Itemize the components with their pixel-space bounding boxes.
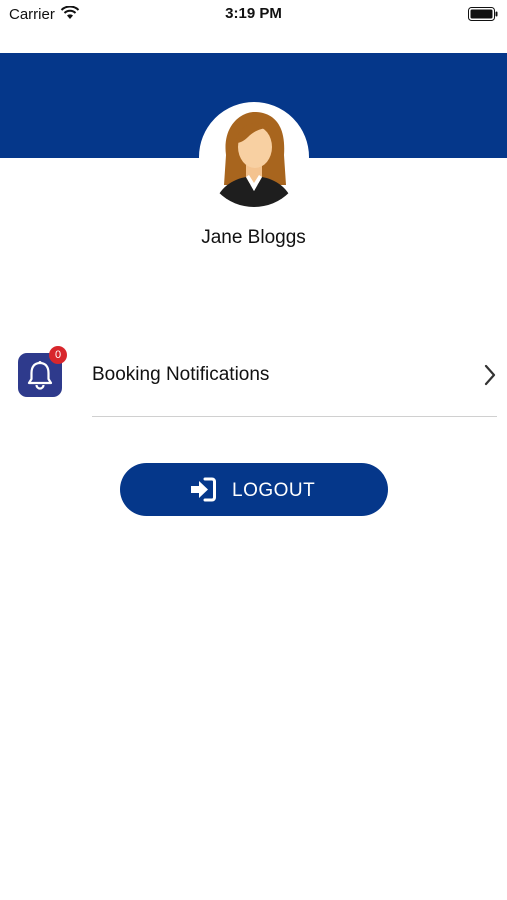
profile-name: Jane Bloggs (201, 227, 306, 248)
notification-badge: 0 (49, 346, 67, 364)
row-divider (92, 416, 497, 417)
status-bar: Carrier 3:19 PM (0, 0, 507, 28)
avatar-icon (204, 107, 304, 207)
chevron-right-icon (484, 364, 496, 386)
status-time: 3:19 PM (225, 5, 282, 22)
logout-icon (191, 477, 216, 502)
avatar (199, 102, 309, 212)
logout-label: LOGOUT (232, 480, 316, 501)
battery-icon (468, 7, 498, 21)
booking-notifications-row[interactable]: 0 Booking Notifications (0, 340, 507, 418)
booking-notifications-label: Booking Notifications (92, 364, 270, 385)
logout-button[interactable]: LOGOUT (120, 463, 388, 516)
bell-icon (27, 361, 53, 390)
